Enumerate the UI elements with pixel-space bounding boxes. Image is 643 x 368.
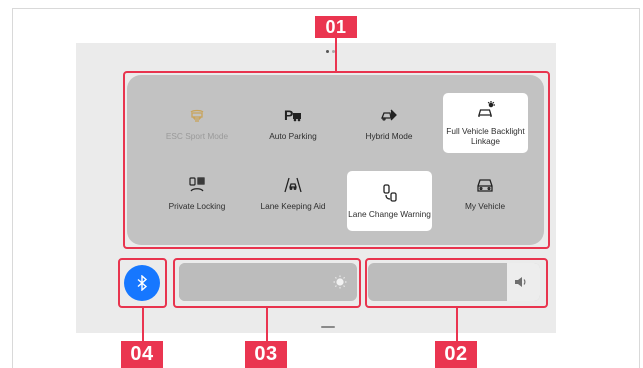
callout-badge-04: 04 (121, 341, 163, 368)
leader-01 (335, 37, 337, 72)
highlight-04 (118, 258, 167, 308)
highlight-03 (173, 258, 361, 308)
callout-badge-01: 01 (315, 16, 357, 38)
leader-03 (266, 307, 268, 341)
highlight-01 (123, 71, 550, 249)
callout-badge-02: 02 (435, 341, 477, 368)
page-indicator (326, 50, 335, 53)
leader-02 (456, 307, 458, 341)
home-indicator (321, 326, 335, 328)
leader-04 (142, 307, 144, 341)
highlight-02 (365, 258, 548, 308)
callout-badge-03: 03 (245, 341, 287, 368)
annotated-screenshot: ESC Sport Mode P Auto Parking Hybrid Mod… (0, 0, 643, 368)
